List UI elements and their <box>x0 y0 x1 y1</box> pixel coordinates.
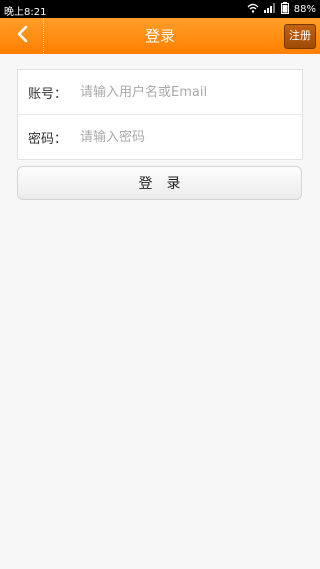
login-form: 账号： 密码： <box>17 69 303 160</box>
status-time: 晚上8:21 <box>4 7 47 18</box>
password-row: 密码： <box>18 115 302 159</box>
signal-icon <box>263 3 276 16</box>
battery-icon <box>280 2 289 17</box>
page-title: 登录 <box>144 27 175 45</box>
register-button[interactable]: 注册 <box>284 24 316 49</box>
account-label: 账号： <box>28 86 68 102</box>
account-row: 账号： <box>18 70 302 115</box>
status-icons: 88% <box>247 2 316 17</box>
status-bar: 晚上8:21 88% <box>0 0 320 18</box>
password-label: 密码： <box>28 131 68 147</box>
password-input[interactable] <box>74 129 302 145</box>
top-bar: 登录 注册 <box>0 18 320 54</box>
account-input[interactable] <box>74 84 302 100</box>
wifi-icon <box>247 3 259 16</box>
battery-percentage: 88% <box>293 4 316 15</box>
login-button[interactable]: 登录 <box>17 166 302 200</box>
